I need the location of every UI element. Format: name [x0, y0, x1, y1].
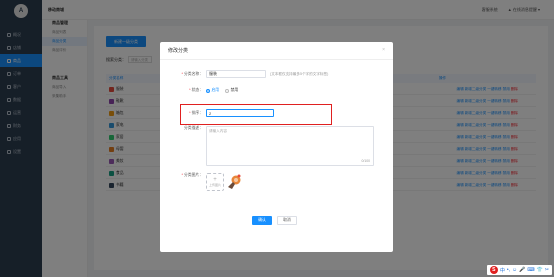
name-label: * 分类名称： [181, 71, 203, 76]
name-input[interactable]: 服装 [206, 70, 266, 78]
input-method-icon[interactable]: S [489, 266, 498, 274]
language-indicator[interactable]: 中 [500, 267, 505, 274]
skin-icon[interactable]: 👕 [537, 267, 543, 273]
status-label: * 状态： [189, 88, 203, 92]
emoji-icon[interactable]: ☺ [512, 267, 517, 273]
confirm-button[interactable]: 确认 [252, 216, 272, 225]
description-counter: 0/100 [361, 159, 371, 163]
image-label: * 分类图片： [181, 173, 203, 177]
status-row: * 状态： 启用 禁用 [166, 88, 244, 93]
upload-image-button[interactable]: + 上传图片 [206, 173, 224, 191]
status-disabled-radio[interactable]: 禁用 [225, 88, 238, 93]
category-image-thumbnail[interactable] [225, 173, 243, 191]
tools-icon[interactable]: ✂ [545, 267, 549, 273]
name-hint: (文本框仅支持最多5个字的文字标签) [270, 71, 329, 76]
edit-category-modal: 修改分类 × * 分类名称： 服装 (文本框仅支持最多5个字的文字标签) * 状… [160, 42, 393, 252]
status-enabled-radio[interactable]: 启用 [206, 88, 219, 93]
image-row: * 分类图片： + 上传图片 [166, 173, 243, 191]
name-row: * 分类名称： 服装 (文本框仅支持最多5个字的文字标签) [166, 70, 328, 78]
description-textarea[interactable]: 请输入内容 0/100 [206, 126, 374, 166]
sort-field-highlight [180, 104, 332, 125]
modal-title: 修改分类 [160, 42, 393, 60]
description-label: 分类描述： [184, 126, 203, 130]
description-placeholder: 请输入内容 [209, 129, 227, 133]
system-tray: S 中 •, ☺ 🎤 ⌨ 👕 ✂ [486, 265, 552, 275]
close-icon[interactable]: × [382, 47, 385, 53]
description-row: 分类描述： 请输入内容 0/100 [166, 126, 374, 166]
keyboard-icon[interactable]: ⌨ [527, 267, 534, 273]
upload-label: 上传图片 [208, 183, 221, 187]
cancel-button[interactable]: 取消 [277, 216, 297, 225]
microphone-icon[interactable]: 🎤 [519, 267, 525, 273]
punctuation-icon[interactable]: •, [507, 267, 510, 273]
